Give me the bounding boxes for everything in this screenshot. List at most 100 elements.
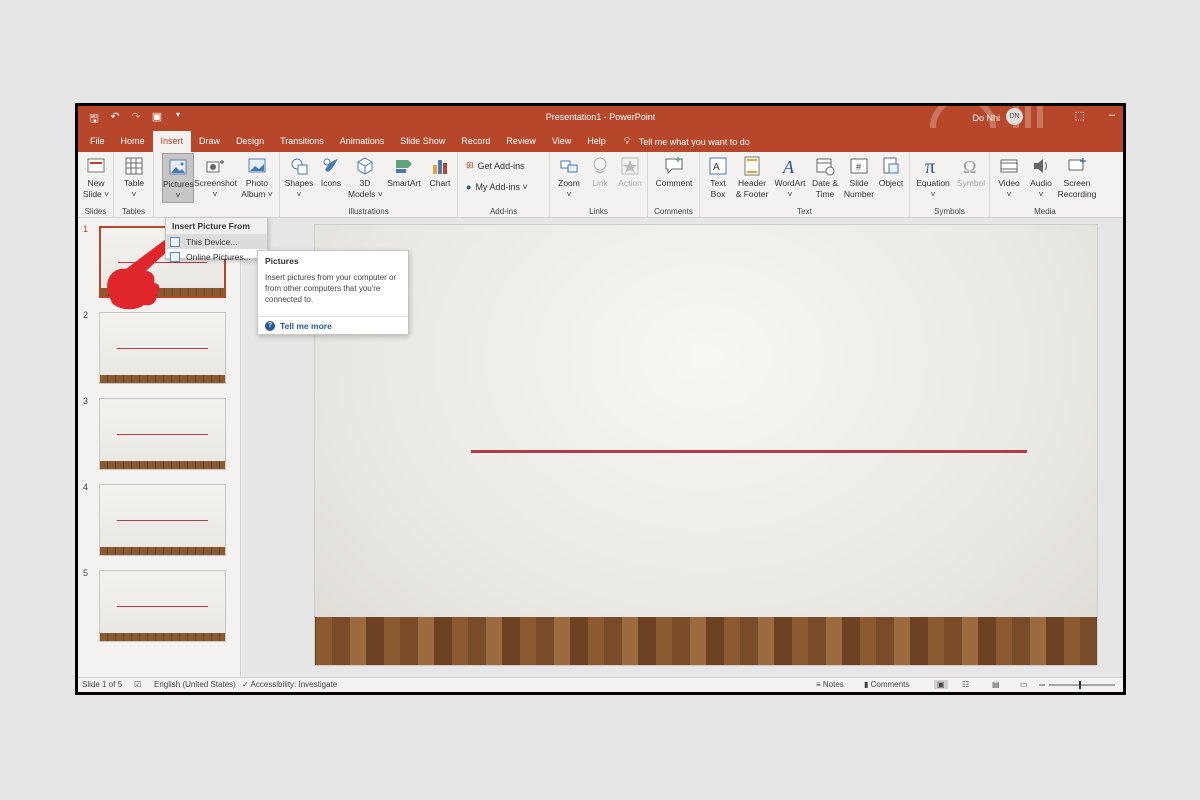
- audio-button[interactable]: Audio ˅: [1026, 156, 1056, 200]
- comment-icon: [665, 157, 683, 175]
- help-icon: ?: [265, 320, 275, 331]
- spellcheck-icon[interactable]: ☑: [134, 680, 141, 689]
- avatar[interactable]: DN: [1006, 108, 1023, 125]
- wordart-button[interactable]: A WordArt ˅: [772, 156, 808, 200]
- slide-thumbnail[interactable]: [99, 398, 226, 470]
- svg-text:π: π: [925, 156, 935, 176]
- tab-record[interactable]: Record: [453, 131, 498, 152]
- slide-number-button[interactable]: # Slide Number: [842, 156, 876, 200]
- tooltip-body: Insert pictures from your computer or fr…: [265, 273, 397, 304]
- insert-picture-dropdown: Insert Picture From This Device... Onlin…: [165, 217, 268, 262]
- current-slide[interactable]: [314, 224, 1098, 666]
- new-slide-icon: [87, 158, 105, 173]
- group-label-symbols: Symbols: [934, 207, 965, 216]
- thumb-floor: [100, 633, 225, 641]
- text-box-button[interactable]: A Text Box: [704, 156, 732, 200]
- thumb-floor: [100, 375, 225, 383]
- tab-file[interactable]: File: [82, 131, 113, 152]
- screenshot-frame: 🖫 ↶ ↷ ▣ ▾ Presentation1 - PowerPoint Do …: [75, 103, 1126, 695]
- slide-number-label: 3: [83, 396, 89, 406]
- zoom-slider[interactable]: [1037, 681, 1117, 689]
- tab-view[interactable]: View: [544, 131, 579, 152]
- slide-sorter-icon[interactable]: ☷: [962, 680, 969, 689]
- slide-thumbnail[interactable]: [99, 312, 226, 384]
- header-footer-icon: [744, 156, 760, 176]
- object-button[interactable]: Object: [876, 156, 906, 189]
- online-pictures-option[interactable]: Online Pictures...: [166, 249, 267, 264]
- group-addins: ⊞ Get Add-ins ● My Add-ins ˅ Add-ins: [458, 152, 550, 218]
- chart-button[interactable]: Chart: [426, 156, 454, 189]
- equation-button[interactable]: π Equation ˅: [914, 156, 952, 200]
- video-button[interactable]: Video ˅: [994, 156, 1024, 200]
- tell-me-more-link[interactable]: ? Tell me more: [258, 316, 408, 334]
- action-star-icon: [621, 157, 639, 175]
- shapes-button[interactable]: Shapes ˅: [284, 156, 314, 200]
- picture-icon: [169, 159, 187, 175]
- online-pictures-icon: [170, 251, 180, 262]
- photo-album-button[interactable]: Photo Album ˅: [238, 156, 276, 200]
- ribbon-display-icon[interactable]: ⬚: [1074, 109, 1084, 122]
- cube-icon: [357, 157, 373, 175]
- link-button[interactable]: Link: [586, 156, 614, 189]
- thumb-floor: [100, 547, 225, 555]
- my-addins-button[interactable]: ● My Add-ins ˅: [466, 182, 528, 192]
- notes-button[interactable]: ≡ Notes: [816, 680, 844, 689]
- accessibility-status[interactable]: ✓ Accessibility: Investigate: [242, 680, 337, 689]
- tell-me-search[interactable]: 💡︎ Tell me what you want to do: [624, 131, 750, 152]
- omega-icon: Ω: [963, 157, 976, 176]
- tab-home[interactable]: Home: [113, 131, 153, 152]
- normal-view-icon[interactable]: ▣: [934, 680, 948, 689]
- group-symbols: π Equation ˅ Ω Symbol Symbols: [910, 152, 990, 218]
- group-comments: Comment Comments: [648, 152, 700, 218]
- slide-thumbnail[interactable]: [99, 484, 226, 556]
- pictures-tooltip: Pictures Insert pictures from your compu…: [257, 250, 409, 335]
- icons-icon: [323, 158, 338, 172]
- language-status[interactable]: English (United States): [154, 680, 236, 689]
- tab-insert[interactable]: Insert: [152, 131, 192, 152]
- screenshot-button[interactable]: Screenshot ˅: [194, 156, 237, 200]
- shapes-icon: [291, 158, 308, 175]
- new-slide-button[interactable]: New Slide ˅: [81, 156, 111, 200]
- this-device-option[interactable]: This Device...: [166, 234, 267, 249]
- slideshow-view-icon[interactable]: ▭: [1020, 680, 1028, 689]
- screen-recording-button[interactable]: Screen Recording: [1056, 156, 1098, 200]
- 3d-models-button[interactable]: 3D Models ˅: [348, 156, 383, 200]
- store-icon: ⊞: [466, 160, 474, 170]
- thumb-line: [117, 348, 208, 349]
- thumb-line: [117, 520, 208, 521]
- group-images: Pictures ˅ Screenshot ˅ Photo Album ˅: [154, 152, 280, 218]
- zoom-button[interactable]: Zoom ˅: [554, 156, 584, 200]
- icons-button[interactable]: Icons: [316, 156, 346, 189]
- pictures-button[interactable]: Pictures ˅: [162, 153, 194, 203]
- tab-slide-show[interactable]: Slide Show: [392, 131, 453, 152]
- minimize-icon[interactable]: –: [1109, 109, 1115, 122]
- reading-view-icon[interactable]: ▤: [992, 680, 1000, 689]
- action-button[interactable]: Action: [616, 156, 644, 189]
- comment-button[interactable]: Comment: [652, 156, 696, 189]
- group-label-illustrations: Illustrations: [348, 207, 389, 216]
- tab-review[interactable]: Review: [498, 131, 544, 152]
- group-label-links: Links: [589, 207, 608, 216]
- group-label-addins: Add-ins: [489, 207, 518, 216]
- get-addins-button[interactable]: ⊞ Get Add-ins: [466, 160, 525, 171]
- slide-thumbnail[interactable]: [99, 570, 226, 642]
- group-label-slides: Slides: [84, 207, 107, 216]
- group-label-text: Text: [797, 207, 812, 216]
- tab-animations[interactable]: Animations: [332, 131, 393, 152]
- smartart-button[interactable]: SmartArt: [384, 156, 424, 189]
- user-account[interactable]: Do Nhi DN: [972, 108, 1023, 125]
- tab-design[interactable]: Design: [228, 131, 272, 152]
- tooltip-title: Pictures: [265, 256, 299, 266]
- lightbulb-icon: 💡︎: [623, 136, 631, 147]
- group-tables: Table ˅ Tables: [114, 152, 154, 218]
- addins-icon: ●: [466, 182, 472, 192]
- header-footer-button[interactable]: Header & Footer: [734, 156, 770, 200]
- table-button[interactable]: Table ˅: [119, 156, 149, 200]
- tab-draw[interactable]: Draw: [191, 131, 228, 152]
- slide-count: Slide 1 of 5: [82, 680, 123, 689]
- tab-help[interactable]: Help: [579, 131, 614, 152]
- date-time-button[interactable]: Date & Time: [808, 156, 842, 200]
- tab-transitions[interactable]: Transitions: [272, 131, 332, 152]
- comments-button[interactable]: ▮ Comments: [864, 680, 909, 689]
- symbol-button[interactable]: Ω Symbol: [954, 156, 988, 189]
